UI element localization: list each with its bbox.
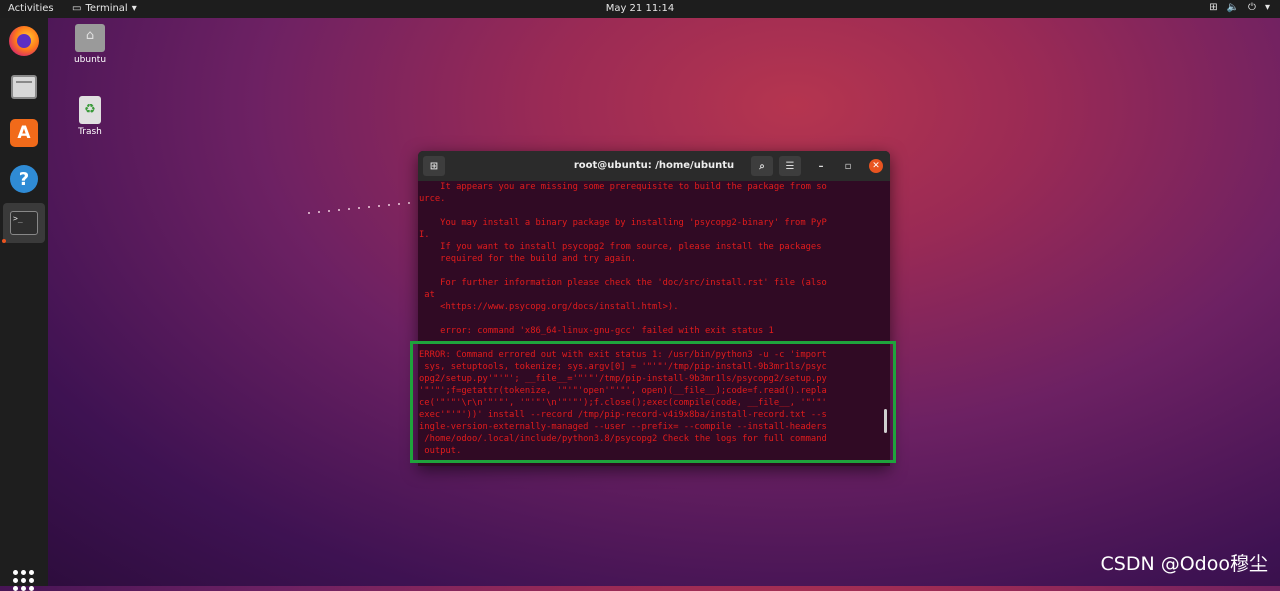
maximize-icon: ▫ [844, 160, 852, 172]
terminal-line: I. [419, 230, 430, 240]
search-button[interactable]: ⌕ [751, 156, 773, 176]
terminal-line: You may install a binary package by inst… [419, 218, 827, 228]
firefox-icon [9, 26, 39, 56]
help-icon: ? [10, 165, 38, 193]
dock-item-files[interactable] [7, 70, 41, 104]
clock[interactable]: May 21 11:14 [0, 3, 1280, 14]
close-button[interactable]: ✕ [869, 159, 883, 173]
app-grid-icon[interactable] [13, 570, 34, 591]
desktop-icon-trash[interactable]: ♻ Trash [60, 96, 120, 137]
terminal-line: error: command 'x86_64-linux-gnu-gcc' fa… [419, 326, 774, 336]
dock: A ? >_ [0, 18, 48, 591]
dock-item-help[interactable]: ? [7, 162, 41, 196]
top-bar: Activities ▭ Terminal ▾ May 21 11:14 ⊞ 🔈… [0, 0, 1280, 18]
menu-button[interactable]: ☰ [779, 156, 801, 176]
terminal-line: at [419, 290, 435, 300]
desktop-icon-home[interactable]: ubuntu [60, 24, 120, 65]
terminal-line: urce. [419, 194, 446, 204]
terminal-titlebar[interactable]: ⊞ root@ubuntu: /home/ubuntu ⌕ ☰ – ▫ ✕ [418, 151, 890, 181]
terminal-line: If you want to install psycopg2 from sou… [419, 242, 822, 252]
minimize-button[interactable]: – [814, 159, 828, 173]
search-icon: ⌕ [759, 160, 765, 172]
close-icon: ✕ [872, 161, 880, 171]
volume-icon: 🔈 [1226, 2, 1240, 13]
hamburger-icon: ☰ [785, 160, 795, 172]
terminal-line: required for the build and try again. [419, 254, 637, 264]
dock-item-firefox[interactable] [7, 24, 41, 58]
terminal-line: It appears you are missing some prerequi… [419, 182, 827, 192]
desktop-icon-label: ubuntu [73, 55, 107, 65]
home-folder-icon [75, 24, 105, 52]
watermark: CSDN @Odoo穆尘 [1100, 553, 1268, 575]
minimize-icon: – [818, 160, 824, 172]
terminal-line: For further information please check the… [419, 278, 827, 288]
menu-arrow-icon: ▾ [1264, 2, 1270, 13]
error-highlight-box [410, 341, 896, 463]
dock-item-software[interactable]: A [7, 116, 41, 150]
running-indicator [2, 239, 6, 243]
maximize-button[interactable]: ▫ [841, 159, 855, 173]
wallpaper-dots [308, 200, 420, 215]
system-tray[interactable]: ⊞ 🔈 ⏻ ▾ [1209, 2, 1270, 13]
network-icon: ⊞ [1209, 2, 1218, 13]
dock-item-terminal[interactable]: >_ [3, 203, 45, 243]
trash-icon: ♻ [79, 96, 101, 124]
desktop-icon-label: Trash [78, 127, 102, 137]
files-icon [11, 75, 37, 99]
terminal-line: <https://www.psycopg.org/docs/install.ht… [419, 302, 679, 312]
software-store-icon: A [10, 119, 38, 147]
power-icon: ⏻ [1248, 2, 1256, 13]
terminal-icon: >_ [10, 211, 38, 235]
